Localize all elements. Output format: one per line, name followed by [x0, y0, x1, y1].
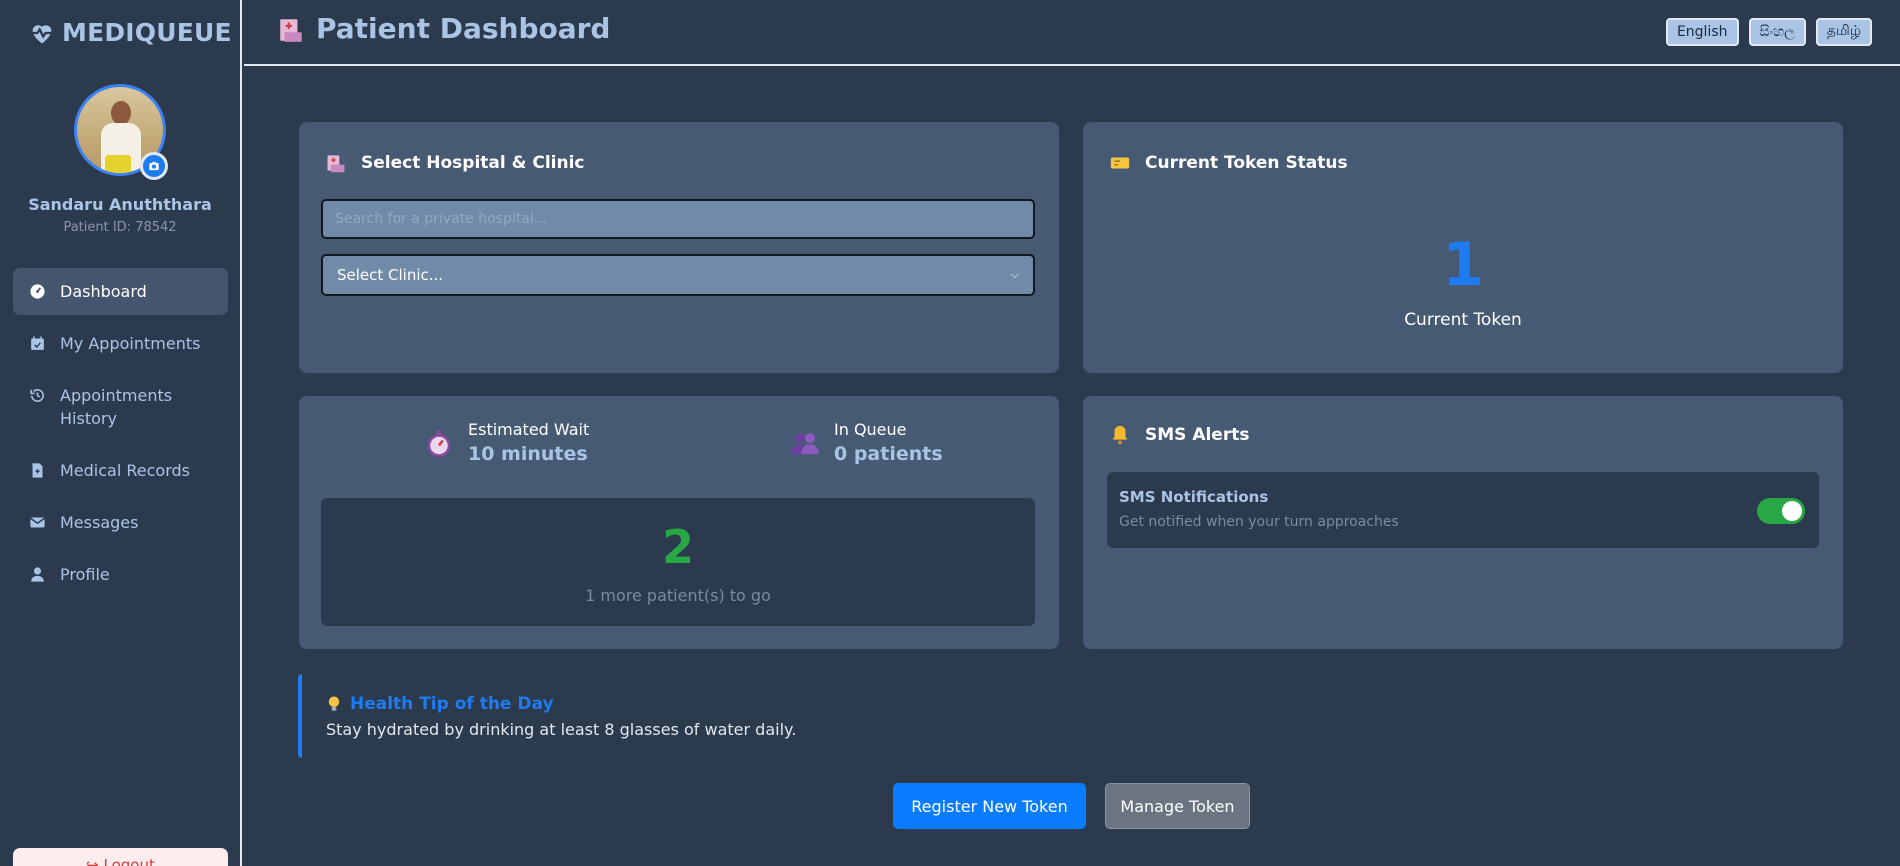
sidebar-item-label: Medical Records — [60, 461, 190, 480]
hospital-icon — [280, 18, 302, 42]
queue-value: 0 patients — [834, 443, 943, 465]
sidebar-item-profile[interactable]: Profile — [13, 551, 228, 598]
people-icon — [791, 432, 819, 454]
health-tip: Health Tip of the Day Stay hydrated by d… — [298, 674, 1843, 758]
lang-tamil-button[interactable]: தமிழ் — [1815, 18, 1872, 46]
stopwatch-icon — [427, 430, 451, 457]
sms-toggle[interactable] — [1757, 498, 1805, 524]
manage-token-button[interactable]: Manage Token — [1105, 783, 1250, 829]
sms-notification-row: SMS Notifications Get notified when your… — [1107, 472, 1819, 548]
sidebar-item-label: My Appointments — [60, 334, 201, 353]
patient-id: Patient ID: 78542 — [63, 220, 177, 235]
logout-icon: ↪ — [86, 856, 99, 866]
calendar-check-icon — [29, 335, 46, 352]
queue-card: Estimated Wait 10 minutes In Queue 0 pat… — [299, 396, 1059, 649]
wait-value: 10 minutes — [468, 443, 588, 465]
bell-icon — [1112, 425, 1128, 445]
file-medical-icon — [29, 462, 46, 479]
avatar[interactable] — [74, 84, 168, 180]
sms-alerts-card: SMS Alerts SMS Notifications Get notifie… — [1083, 396, 1843, 649]
queue-label: In Queue — [834, 420, 907, 439]
sidebar-item-appointments[interactable]: My Appointments — [13, 320, 228, 367]
register-new-token-button[interactable]: Register New Token — [893, 783, 1086, 829]
token-status-card: Current Token Status 1 Current Token — [1083, 122, 1843, 373]
sidebar-item-label: Dashboard — [60, 282, 147, 301]
envelope-icon — [29, 514, 46, 531]
camera-icon[interactable] — [140, 152, 168, 180]
page-title: Patient Dashboard — [278, 12, 610, 45]
heartbeat-icon — [31, 24, 53, 43]
dashboard-gauge-icon — [29, 283, 46, 300]
sidebar-item-label: Appointments History — [60, 386, 173, 428]
tip-title: Health Tip of the Day — [326, 694, 554, 714]
remaining-text: 1 more patient(s) to go — [585, 586, 771, 605]
card-title: SMS Alerts — [1109, 424, 1249, 446]
language-switcher: English සිංහල தமிழ் — [1665, 18, 1872, 46]
brand-logo[interactable]: MEDIQUEUE — [28, 18, 232, 47]
sidebar-item-label: Profile — [60, 565, 110, 584]
sidebar-item-label: Messages — [60, 513, 139, 532]
estimated-wait-stat: Estimated Wait 10 minutes — [424, 420, 589, 465]
tip-text: Stay hydrated by drinking at least 8 gla… — [326, 720, 797, 739]
sidebar-item-medical-records[interactable]: Medical Records — [13, 447, 228, 494]
card-title: Select Hospital & Clinic — [325, 152, 585, 174]
lightbulb-icon — [328, 696, 340, 711]
ticket-icon — [1110, 157, 1130, 169]
toggle-knob — [1782, 501, 1802, 521]
wait-label: Estimated Wait — [468, 420, 590, 439]
card-title: Current Token Status — [1109, 152, 1348, 174]
top-header: Patient Dashboard English සිංහල தமிழ் — [244, 0, 1900, 66]
user-icon — [29, 566, 46, 583]
lang-sinhala-button[interactable]: සිංහල — [1748, 18, 1806, 46]
logout-label: Logout — [103, 856, 155, 866]
sidebar-item-messages[interactable]: Messages — [13, 499, 228, 546]
hospital-icon — [327, 155, 345, 173]
hospital-search-input[interactable] — [321, 199, 1035, 239]
clinic-select[interactable]: Select Clinic... ⌵ — [321, 254, 1035, 296]
patients-remaining-box: 2 1 more patient(s) to go — [321, 498, 1035, 626]
current-token-number: 1 — [1442, 230, 1484, 300]
sidebar-nav: Dashboard My Appointments Appointments H… — [13, 268, 228, 603]
sidebar-item-dashboard[interactable]: Dashboard — [13, 268, 228, 315]
sms-notif-subtitle: Get notified when your turn approaches — [1119, 514, 1399, 530]
chevron-down-icon: ⌵ — [1010, 268, 1019, 281]
remaining-number: 2 — [661, 520, 694, 574]
user-name: Sandaru Anuththara — [28, 195, 212, 214]
in-queue-stat: In Queue 0 patients — [790, 420, 943, 465]
logout-button[interactable]: ↪ Logout — [13, 848, 228, 866]
sidebar: MEDIQUEUE Sandaru Anuththara Patient ID:… — [0, 0, 242, 866]
sms-notif-title: SMS Notifications — [1119, 488, 1269, 506]
brand-name: MEDIQUEUE — [62, 18, 232, 47]
current-token-label: Current Token — [1404, 310, 1522, 330]
sidebar-item-history[interactable]: Appointments History — [13, 372, 228, 442]
history-icon — [29, 387, 46, 404]
hospital-card: Select Hospital & Clinic Select Clinic..… — [299, 122, 1059, 373]
lang-english-button[interactable]: English — [1665, 18, 1739, 46]
